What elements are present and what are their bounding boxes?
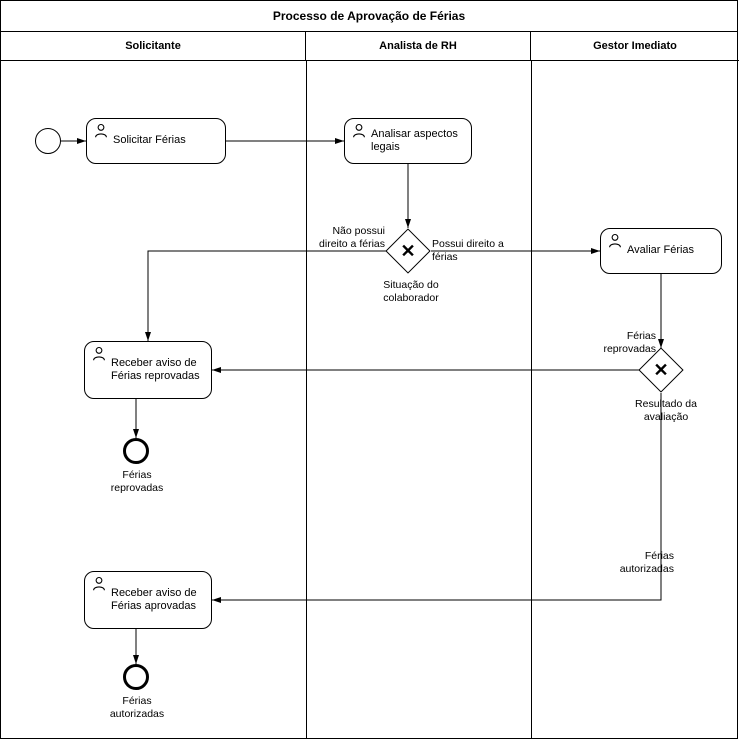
end-event-reprovadas xyxy=(123,438,149,464)
edge-label-reprovadas: Férias reprovadas xyxy=(596,330,656,355)
edge-label-autorizadas: Férias autorizadas xyxy=(604,550,674,575)
user-icon xyxy=(90,575,108,593)
lane-divider xyxy=(306,61,307,738)
user-icon xyxy=(606,232,624,250)
start-event xyxy=(35,128,61,154)
user-icon xyxy=(92,122,110,140)
task-label: Solicitar Férias xyxy=(113,134,186,147)
task-analisar-aspectos: Analisar aspectos legais xyxy=(344,118,472,164)
end-label: Férias reprovadas xyxy=(105,469,169,494)
end-event-autorizadas xyxy=(123,664,149,690)
end-label: Férias autorizadas xyxy=(103,695,171,720)
gateway-label: Resultado da avaliação xyxy=(621,398,711,423)
task-solicitar-ferias: Solicitar Férias xyxy=(86,118,226,164)
edge-label-possui: Possui direito a férias xyxy=(432,238,512,263)
task-avaliar-ferias: Avaliar Férias xyxy=(600,228,722,274)
task-receber-aprovadas: Receber aviso de Férias aprovadas xyxy=(84,571,212,629)
task-label: Receber aviso de Férias reprovadas xyxy=(111,357,205,383)
task-label: Receber aviso de Férias aprovadas xyxy=(111,587,205,613)
bpmn-pool: Processo de Aprovação de Férias Solicita… xyxy=(0,0,738,739)
gateway-label: Situação do colaborador xyxy=(371,279,451,304)
gateway-situacao xyxy=(385,228,430,273)
edge-label-nao-possui: Não possui direito a férias xyxy=(303,225,385,250)
user-icon xyxy=(350,122,368,140)
lane-divider xyxy=(531,61,532,738)
user-icon xyxy=(90,345,108,363)
task-label: Analisar aspectos legais xyxy=(371,128,465,154)
lane-header-solicitante: Solicitante xyxy=(1,31,306,61)
pool-title: Processo de Aprovação de Férias xyxy=(1,1,737,32)
lane-header-analista: Analista de RH xyxy=(306,31,531,61)
task-receber-reprovadas: Receber aviso de Férias reprovadas xyxy=(84,341,212,399)
task-label: Avaliar Férias xyxy=(627,244,694,257)
lane-header-gestor: Gestor Imediato xyxy=(531,31,739,61)
